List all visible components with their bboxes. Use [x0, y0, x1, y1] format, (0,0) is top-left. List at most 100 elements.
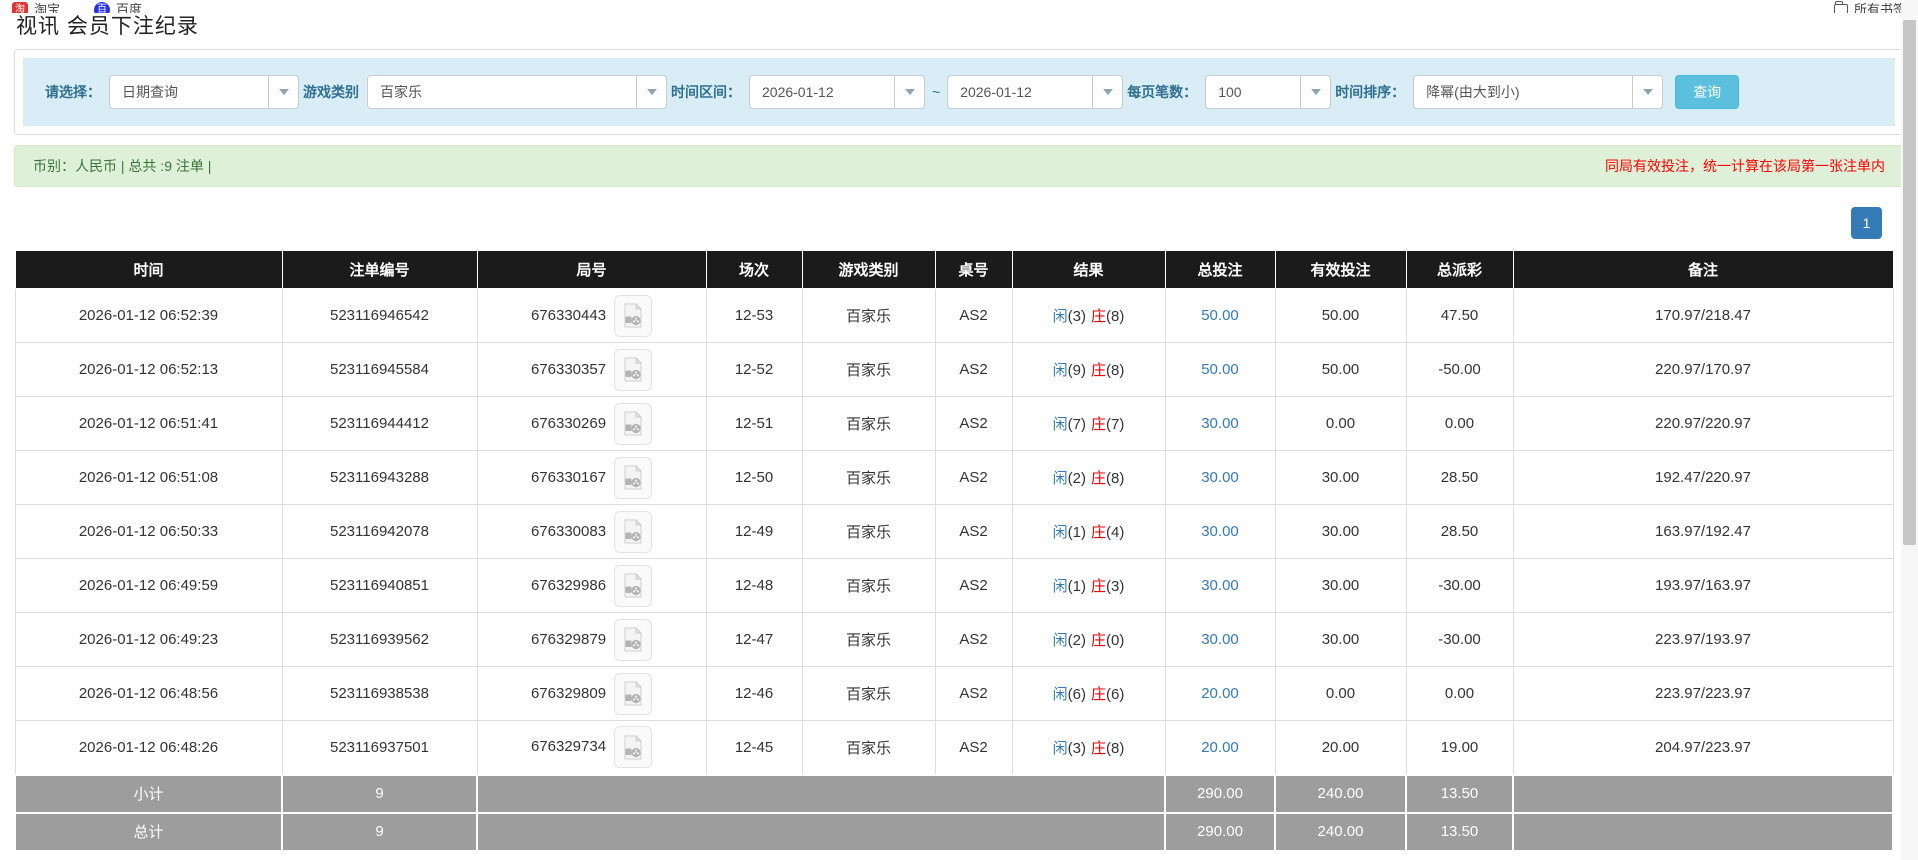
round-id: 676330443: [530, 306, 607, 324]
bookmark-item-baidu[interactable]: 百 百度: [94, 0, 142, 13]
cell-remark: 192.47/220.97: [1512, 450, 1894, 505]
total-bet-link[interactable]: 30.00: [1201, 523, 1239, 540]
sum-payout: 13.50: [1405, 773, 1514, 814]
cell-result: 闲(9) 庄(8): [1011, 342, 1166, 397]
cell-bet-id: 523116939562: [281, 612, 478, 667]
summary-bar: 币别：人民币 | 总共 :9 注单 | 同局有效投注，统一计算在该局第一张注单内: [14, 145, 1904, 187]
game-category-label: 游戏类别: [303, 84, 359, 100]
cell-session: 12-50: [705, 450, 803, 505]
table-row: 2026-01-12 06:49:59 523116940851 676329986…: [14, 558, 1894, 613]
total-bet-link[interactable]: 30.00: [1201, 631, 1239, 648]
bookmark-label: 百度: [116, 2, 143, 13]
table-row: 2026-01-12 06:51:08 523116943288 676330167…: [14, 450, 1894, 505]
date-to-select[interactable]: 2026-01-12: [947, 75, 1124, 109]
video-replay-button[interactable]: [614, 726, 653, 769]
cell-table-no: AS2: [934, 396, 1013, 451]
column-header: 场次: [705, 251, 803, 289]
date-from-select[interactable]: 2026-01-12: [749, 75, 925, 109]
cell-round-id: 676330269: [476, 396, 707, 451]
round-id: 676330167: [530, 468, 607, 486]
sum-spacer: [476, 811, 1166, 852]
cell-time: 2026-01-12 06:48:26: [14, 720, 283, 775]
column-header: 备注: [1512, 251, 1894, 289]
total-bet-link[interactable]: 30.00: [1201, 469, 1239, 486]
sum-remark: [1512, 811, 1894, 852]
video-icon: [624, 357, 643, 382]
sum-total-bet: 290.00: [1164, 811, 1276, 852]
round-id: 676329986: [530, 576, 607, 594]
cell-time: 2026-01-12 06:52:39: [14, 288, 283, 343]
total-bet-link[interactable]: 20.00: [1201, 685, 1239, 702]
cell-remark: 223.97/223.97: [1512, 666, 1894, 721]
cell-time: 2026-01-12 06:49:59: [14, 558, 283, 613]
cell-time: 2026-01-12 06:50:33: [14, 504, 283, 559]
window-scrollbar-track[interactable]: [1901, 0, 1918, 860]
cell-remark: 220.97/170.97: [1512, 342, 1894, 397]
column-header: 桌号: [934, 251, 1013, 289]
cell-bet-id: 523116945584: [281, 342, 478, 397]
date-to-value: 2026-01-12: [960, 84, 1032, 100]
total-bet-link[interactable]: 30.00: [1201, 577, 1239, 594]
sum-valid-bet: 240.00: [1274, 811, 1407, 852]
total-bet-link[interactable]: 20.00: [1201, 739, 1239, 756]
video-replay-button[interactable]: [614, 672, 653, 715]
total-row: 总计 9 290.00 240.00 13.50: [14, 811, 1894, 852]
chevron-down-icon: [894, 76, 924, 108]
sum-label: 总计: [14, 811, 283, 852]
total-bet-link[interactable]: 50.00: [1201, 361, 1239, 378]
sum-count: 9: [281, 773, 478, 814]
page-button-1[interactable]: 1: [1851, 207, 1882, 239]
chevron-down-icon: [636, 76, 666, 108]
cell-bet-id: 523116938538: [281, 666, 478, 721]
bookmark-item-taobao[interactable]: 淘 淘宝: [12, 0, 60, 13]
all-bookmarks-button[interactable]: 所有书签: [1833, 0, 1906, 13]
cell-table-no: AS2: [934, 342, 1013, 397]
cell-game-category: 百家乐: [801, 288, 936, 343]
cell-game-category: 百家乐: [801, 612, 936, 667]
window-scrollbar-thumb[interactable]: [1903, 20, 1916, 545]
query-button[interactable]: 查询: [1675, 75, 1740, 109]
cell-session: 12-45: [705, 720, 803, 775]
total-bet-link[interactable]: 50.00: [1201, 307, 1239, 324]
game-category-select[interactable]: 百家乐: [367, 75, 667, 109]
video-replay-button[interactable]: [614, 510, 653, 553]
date-range-label: 时间区间：: [671, 84, 741, 100]
subtotal-row: 小计 9 290.00 240.00 13.50: [14, 773, 1894, 814]
page-size-select[interactable]: 100: [1205, 75, 1332, 109]
cell-payout: 28.50: [1405, 504, 1514, 559]
video-replay-button[interactable]: [614, 564, 653, 607]
query-type-select[interactable]: 日期查询: [109, 75, 299, 109]
video-icon: [624, 681, 643, 706]
cell-round-id: 676329809: [476, 666, 707, 721]
cell-payout: 19.00: [1405, 720, 1514, 775]
table-row: 2026-01-12 06:48:56 523116938538 676329809…: [14, 666, 1894, 721]
round-id: 676330083: [530, 522, 607, 540]
cell-game-category: 百家乐: [801, 558, 936, 613]
browser-bookmarks-bar: 淘 淘宝 百 百度 所有书签: [0, 0, 1918, 13]
chevron-down-icon: [1092, 76, 1122, 108]
time-sort-select[interactable]: 降幂(由大到小): [1413, 75, 1664, 109]
video-replay-button[interactable]: [614, 294, 653, 337]
video-replay-button[interactable]: [614, 348, 653, 391]
cell-time: 2026-01-12 06:52:13: [14, 342, 283, 397]
cell-round-id: 676329879: [476, 612, 707, 667]
video-replay-button[interactable]: [614, 618, 653, 661]
cell-table-no: AS2: [934, 288, 1013, 343]
cell-valid-bet: 0.00: [1274, 666, 1407, 721]
cell-session: 12-48: [705, 558, 803, 613]
total-bet-link[interactable]: 30.00: [1201, 415, 1239, 432]
cell-time: 2026-01-12 06:51:08: [14, 450, 283, 505]
date-from-value: 2026-01-12: [762, 84, 834, 100]
video-icon: [624, 734, 643, 760]
page-size-value: 100: [1218, 84, 1242, 100]
cell-round-id: 676330167: [476, 450, 707, 505]
video-icon: [624, 519, 643, 544]
sum-label: 小计: [14, 773, 283, 814]
round-id: 676330269: [530, 414, 607, 432]
video-replay-button[interactable]: [614, 456, 653, 499]
cell-payout: 0.00: [1405, 666, 1514, 721]
cell-session: 12-53: [705, 288, 803, 343]
cell-remark: 163.97/192.47: [1512, 504, 1894, 559]
cell-time: 2026-01-12 06:51:41: [14, 396, 283, 451]
video-replay-button[interactable]: [614, 402, 653, 445]
